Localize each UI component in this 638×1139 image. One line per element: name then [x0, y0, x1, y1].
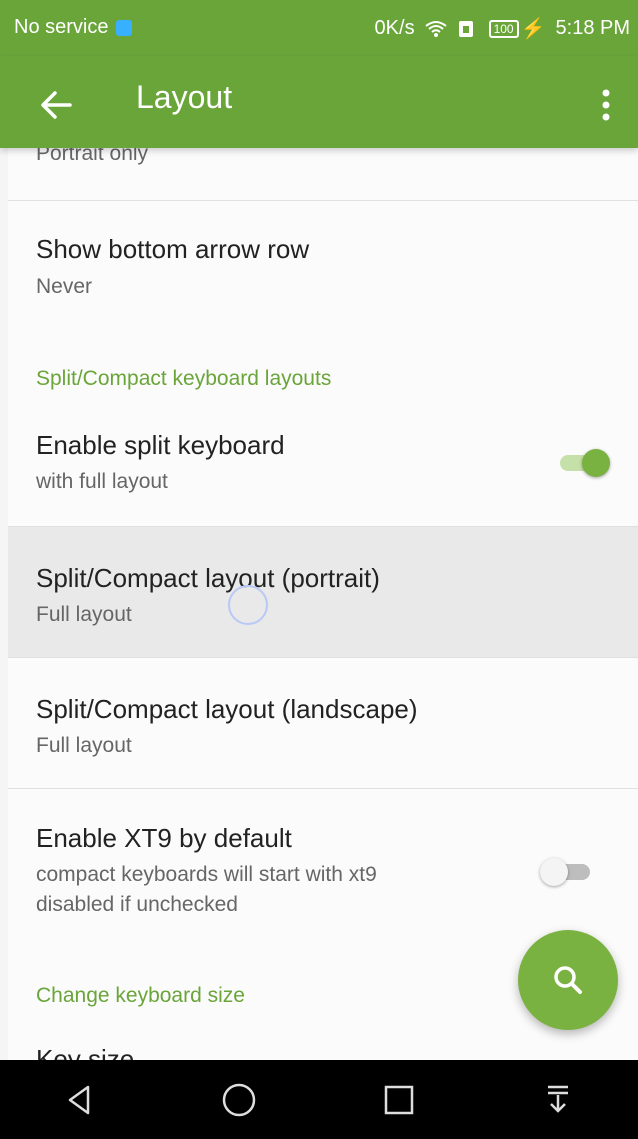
battery-indicator: 100 ⚡	[488, 16, 546, 41]
xt9-switch[interactable]	[540, 855, 596, 887]
item-summary: with full layout	[36, 470, 168, 493]
more-vert-icon	[602, 89, 610, 121]
status-right: 0K/s 100 ⚡ 5:18 PM	[375, 16, 630, 41]
nav-home-button[interactable]	[199, 1070, 279, 1130]
orientation-item-partial[interactable]: Portrait only	[8, 148, 638, 200]
status-left: No service	[14, 16, 133, 39]
search-icon	[554, 966, 582, 994]
home-circle-icon	[223, 1083, 256, 1116]
enable-split-keyboard-item[interactable]: Enable split keyboard with full layout	[8, 410, 638, 525]
screen: No service 0K/s 100 ⚡ 5:18 PM Layout Por…	[0, 0, 638, 1139]
item-title: Split/Compact layout (landscape)	[36, 694, 418, 724]
carrier-text: No service	[14, 16, 109, 38]
key-size-item-partial[interactable]: Key size	[8, 1028, 638, 1060]
back-button[interactable]	[30, 78, 84, 132]
orientation-summary: Portrait only	[36, 148, 149, 165]
data-sim-icon	[457, 20, 479, 38]
wifi-icon	[424, 20, 447, 38]
clock: 5:18 PM	[555, 17, 630, 39]
recents-square-icon	[384, 1085, 413, 1114]
split-layout-portrait-item[interactable]: Split/Compact layout (portrait) Full lay…	[8, 527, 638, 657]
settings-list: Portrait only Show bottom arrow row Neve…	[8, 148, 638, 1060]
sim-icon	[116, 19, 133, 36]
item-summary: Full layout	[36, 603, 132, 626]
nav-recents-button[interactable]	[359, 1070, 439, 1130]
nav-notification-button[interactable]	[518, 1070, 598, 1130]
split-layout-landscape-item[interactable]: Split/Compact layout (landscape) Full la…	[8, 658, 638, 788]
navigation-bar	[0, 1060, 638, 1139]
item-summary-line1: compact keyboards will start with xt9	[36, 863, 377, 886]
nav-back-button[interactable]	[40, 1070, 120, 1130]
split-keyboard-switch[interactable]	[554, 446, 610, 478]
app-bar: Layout	[0, 56, 638, 148]
item-title: Enable split keyboard	[36, 430, 285, 460]
touch-ripple	[228, 585, 268, 625]
section-header-split-layouts: Split/Compact keyboard layouts	[36, 367, 332, 390]
item-summary: Full layout	[36, 734, 132, 757]
section-header-keyboard-size: Change keyboard size	[36, 984, 245, 1007]
back-triangle-icon	[68, 1085, 89, 1114]
switch-thumb	[582, 449, 610, 477]
item-title: Split/Compact layout (portrait)	[36, 563, 380, 593]
network-speed: 0K/s	[374, 17, 415, 39]
item-title: Enable XT9 by default	[36, 823, 292, 853]
item-title: Key size	[36, 1044, 135, 1060]
notification-pull-icon	[548, 1085, 569, 1113]
item-summary-line2: disabled if unchecked	[36, 893, 238, 916]
arrow-left-icon	[41, 91, 72, 119]
overflow-menu-button[interactable]	[590, 78, 622, 132]
switch-thumb	[540, 858, 568, 886]
battery-level: 100	[488, 19, 519, 38]
enable-xt9-item[interactable]: Enable XT9 by default compact keyboards …	[8, 789, 638, 939]
page-title: Layout	[136, 79, 233, 115]
search-fab[interactable]	[518, 930, 618, 1030]
item-title: Show bottom arrow row	[36, 234, 310, 264]
bottom-arrow-row-item[interactable]: Show bottom arrow row Never	[8, 201, 638, 341]
charging-icon: ⚡	[520, 18, 546, 40]
item-summary: Never	[36, 275, 93, 298]
status-bar: No service 0K/s 100 ⚡ 5:18 PM	[0, 0, 638, 56]
